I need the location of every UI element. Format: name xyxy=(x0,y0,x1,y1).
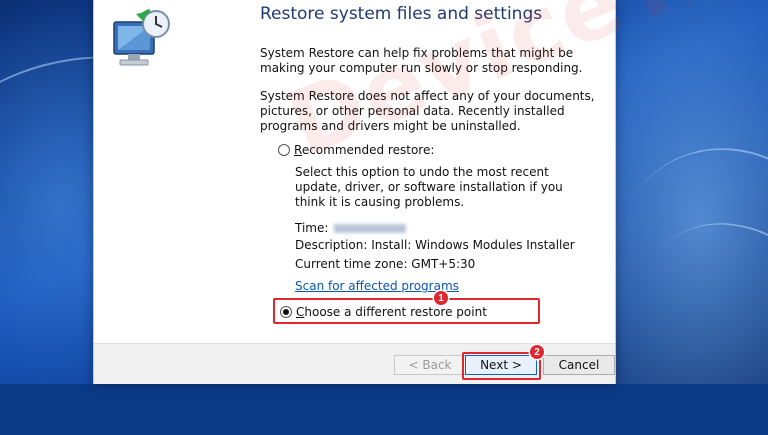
recommended-restore-radio[interactable] xyxy=(278,144,290,156)
blurred-time-value xyxy=(334,224,407,233)
system-restore-icon xyxy=(113,9,170,66)
current-timezone: Current time zone: GMT+5:30 xyxy=(295,257,476,271)
back-button[interactable]: < Back xyxy=(394,355,466,375)
dialog-footer: < Back Next > Cancel 2 xyxy=(94,343,615,384)
time-label: Time: xyxy=(295,221,329,235)
recommended-restore-option[interactable]: Recommended restore: xyxy=(278,143,434,157)
recommended-description: Select this option to undo the most rece… xyxy=(295,165,563,209)
intro-paragraph: System Restore can help fix problems tha… xyxy=(260,46,583,75)
step-badge-1: 1 xyxy=(434,291,448,305)
recommended-accesskey: R xyxy=(294,143,302,157)
recommended-restore-label: Recommended restore: xyxy=(294,143,434,157)
notice-paragraph: System Restore does not affect any of yo… xyxy=(260,89,595,133)
highlight-box-1 xyxy=(273,298,540,324)
restore-time: Time: xyxy=(295,221,407,235)
recommended-label-text: ecommended restore: xyxy=(301,143,435,157)
system-restore-dialog: Restore system files and settings System… xyxy=(93,0,768,384)
dialog-title: Restore system files and settings xyxy=(260,4,543,24)
highlight-box-2 xyxy=(462,352,541,380)
step-badge-2: 2 xyxy=(530,345,544,359)
restore-description: Description: Install: Windows Modules In… xyxy=(295,238,575,252)
scan-affected-programs-link[interactable]: Scan for affected programs xyxy=(295,279,459,293)
cancel-button[interactable]: Cancel xyxy=(543,355,615,375)
